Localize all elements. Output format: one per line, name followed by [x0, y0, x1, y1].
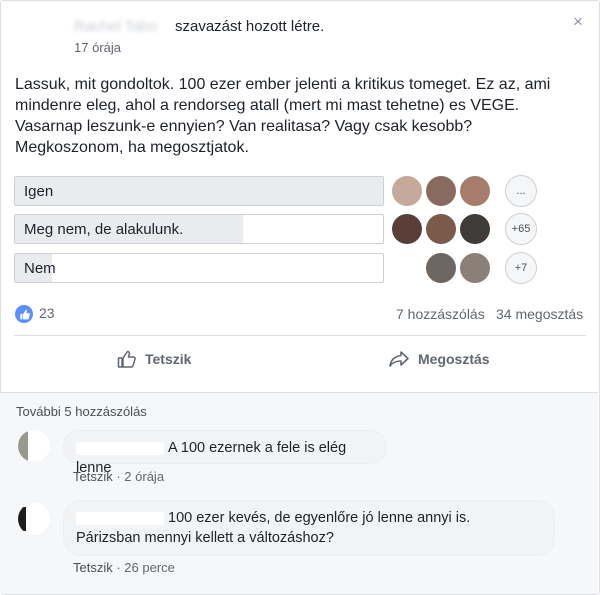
post-text-line: Vasarnap leszunk-e ennyien? Van realitas…	[15, 118, 473, 135]
voter-avatar[interactable]	[460, 214, 490, 244]
share-count[interactable]: 34 megosztás	[496, 306, 583, 322]
voter-avatars[interactable]	[392, 253, 494, 283]
poll-option-label: Igen	[24, 183, 54, 200]
comment-timestamp[interactable]: 26 perce	[124, 560, 175, 575]
poll-option-not-yet[interactable]: Meg nem, de alakulunk.	[14, 214, 384, 244]
voter-avatars[interactable]	[392, 214, 494, 244]
author-name[interactable]: Rachel Tabo	[74, 18, 157, 35]
poll-option-no[interactable]: Nem	[14, 253, 384, 283]
post-text: Lassuk, mit gondoltok. 100 ezer ember je…	[15, 74, 585, 158]
post-text-line: mindenre eleg, ahol a rendorseg atall (m…	[15, 97, 520, 114]
commenter-avatar[interactable]	[18, 430, 50, 462]
author-avatar[interactable]	[14, 10, 58, 54]
share-arrow-icon	[389, 351, 409, 367]
poll-option-label: Nem	[24, 260, 56, 277]
voter-avatar[interactable]	[392, 253, 422, 283]
divider	[14, 335, 586, 336]
comment-count[interactable]: 7 hozzászólás	[396, 306, 485, 322]
avatar-photo-edge	[18, 430, 28, 462]
comment-timestamp[interactable]: 2 órája	[124, 469, 164, 484]
comment-text-line: Párizsban mennyi kellett a változáshoz?	[76, 530, 334, 546]
close-icon[interactable]: ×	[573, 12, 583, 32]
like-count[interactable]: 23	[39, 305, 55, 321]
commenter-name[interactable]	[76, 511, 164, 525]
share-button[interactable]: Megosztás	[388, 350, 490, 368]
comment-text-line: 100 ezer kevés, de egyenlőre jó lenne an…	[168, 510, 471, 526]
voter-avatar[interactable]	[460, 176, 490, 206]
poll-option-fill	[15, 177, 383, 205]
comment-bubble: A 100 ezernek a fele is elég lenne	[63, 430, 387, 476]
more-voters-button[interactable]: +65	[505, 213, 537, 245]
voter-avatar[interactable]	[426, 253, 456, 283]
comment-like-link[interactable]: Tetszik	[73, 469, 113, 484]
comment-meta: Tetszik · 26 perce	[73, 560, 175, 575]
avatar-photo-edge	[18, 507, 26, 531]
like-button-label: Tetszik	[145, 351, 192, 367]
share-button-label: Megosztás	[418, 351, 490, 367]
thumbs-up-icon	[117, 350, 136, 368]
voter-avatar[interactable]	[392, 214, 422, 244]
more-voters-button[interactable]: ...	[505, 175, 537, 207]
post-text-line: Lassuk, mit gondoltok. 100 ezer ember je…	[15, 76, 551, 93]
like-button[interactable]: Tetszik	[117, 350, 191, 368]
commenter-avatar[interactable]	[18, 503, 50, 535]
comment-bubble: 100 ezer kevés, de egyenlőre jó lenne an…	[63, 500, 555, 556]
poll-option-label: Meg nem, de alakulunk.	[24, 221, 184, 238]
poll-action-text: szavazást hozott létre.	[175, 18, 325, 35]
voter-avatar[interactable]	[460, 253, 490, 283]
comment-like-link[interactable]: Tetszik	[73, 560, 113, 575]
comment-meta: Tetszik · 2 órája	[73, 469, 165, 484]
more-voters-button[interactable]: +7	[505, 252, 537, 284]
poll-option-yes[interactable]: Igen	[14, 176, 384, 206]
commenter-name[interactable]	[76, 441, 164, 455]
post-text-line: Megkoszonom, ha megosztjatok.	[15, 139, 249, 156]
like-reaction-icon[interactable]	[15, 305, 33, 323]
voter-avatar[interactable]	[392, 176, 422, 206]
post-timestamp[interactable]: 17 órája	[74, 40, 121, 55]
voter-avatars[interactable]	[392, 176, 494, 206]
view-more-comments-link[interactable]: További 5 hozzászólás	[16, 404, 147, 419]
voter-avatar[interactable]	[426, 214, 456, 244]
voter-avatar[interactable]	[426, 176, 456, 206]
